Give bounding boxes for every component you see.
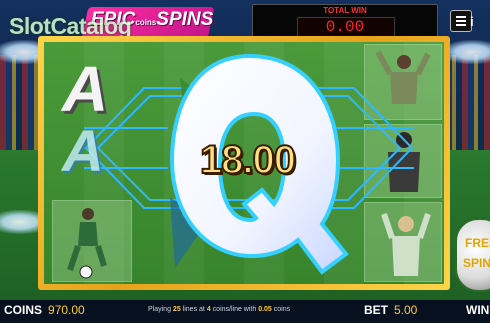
total-win-label: TOTAL WIN (323, 6, 367, 15)
bet-display[interactable]: BET 5.00 (364, 303, 417, 317)
free-spins-line2: SPINS (463, 256, 490, 270)
bet-value: 5.00 (394, 303, 418, 317)
win-label: WIN (466, 303, 490, 317)
coins-label: COINS (4, 303, 43, 317)
free-spins-ball: FREE SPINS (455, 218, 490, 292)
bet-info-text: Playing 25 lines at 4 coins/line with 0.… (148, 306, 291, 313)
bottom-bar: COINS 970.00 Playing 25 lines at 4 coins/… (0, 300, 490, 323)
symbol-a-faded: A (62, 119, 104, 184)
total-win-panel: TOTAL WIN 0.00 (252, 4, 438, 40)
coins-balance: COINS 970.00 (4, 303, 85, 317)
win-amount: 18.00 (199, 137, 297, 183)
total-win-value: 0.00 (325, 18, 365, 36)
bet-label: BET (364, 303, 388, 317)
hamburger-menu-icon (456, 20, 466, 22)
free-spins-line1: FREE (465, 236, 490, 250)
hamburger-menu-icon (456, 24, 466, 26)
win-display: WIN (466, 303, 489, 317)
info-button[interactable]: i (470, 14, 474, 29)
coins-value: 970.00 (48, 303, 85, 317)
menu-button[interactable] (450, 10, 472, 32)
hamburger-menu-icon (456, 16, 466, 18)
